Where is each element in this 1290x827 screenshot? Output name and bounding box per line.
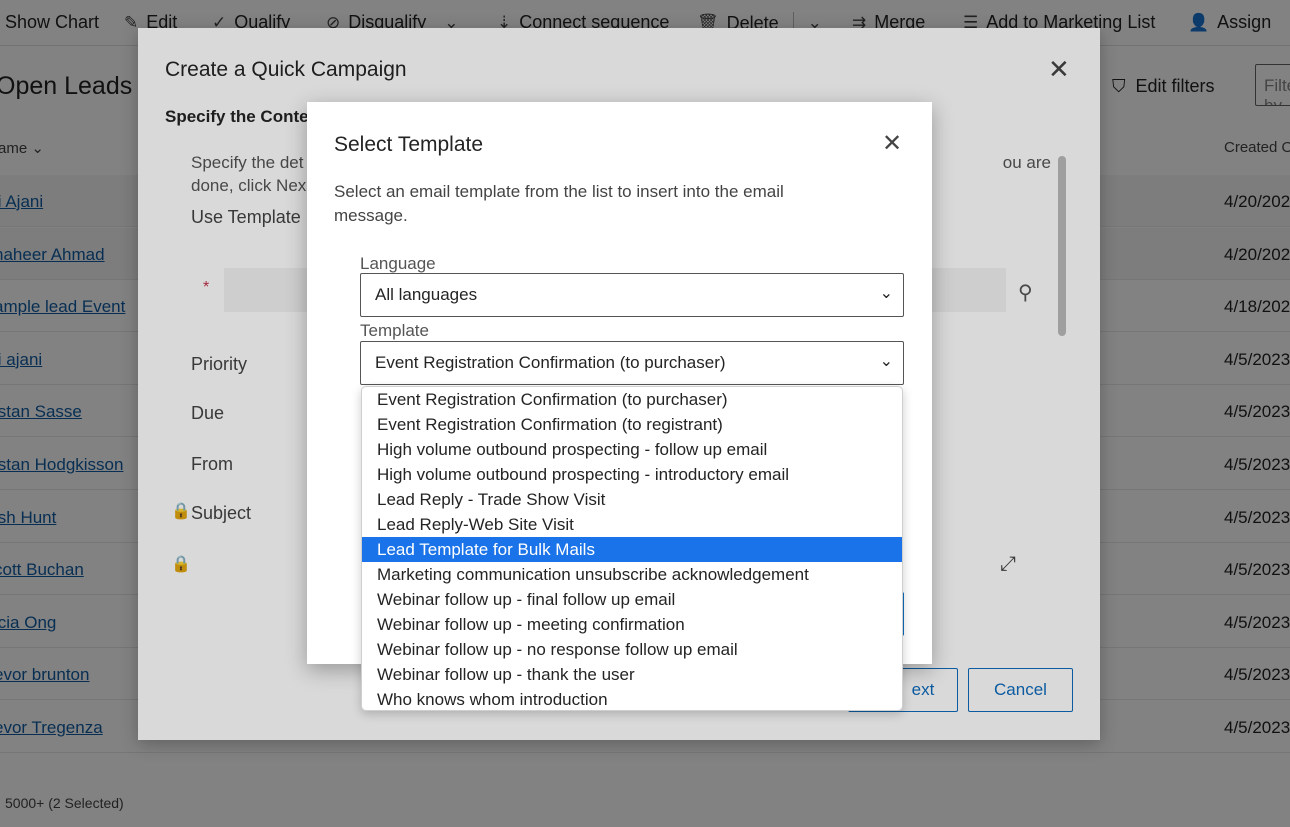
template-option[interactable]: High volume outbound prospecting - follo… <box>362 437 902 462</box>
chevron-down-icon: ⌄ <box>879 353 893 370</box>
language-select[interactable]: All languages ⌄ <box>360 273 904 317</box>
dialog-title: Select Template <box>334 133 484 156</box>
template-option[interactable]: Webinar follow up - final follow up emai… <box>362 587 902 612</box>
template-dropdown-list: Event Registration Confirmation (to purc… <box>361 386 903 711</box>
template-option[interactable]: Event Registration Confirmation (to regi… <box>362 412 902 437</box>
template-label: Template <box>360 321 429 340</box>
template-select[interactable]: Event Registration Confirmation (to purc… <box>360 341 904 385</box>
template-option[interactable]: Lead Reply - Trade Show Visit <box>362 487 902 512</box>
template-option[interactable]: Lead Template for Bulk Mails <box>362 537 902 562</box>
chevron-down-icon: ⌄ <box>879 285 893 302</box>
template-option[interactable]: Who knows whom introduction <box>362 687 902 710</box>
template-value: Event Registration Confirmation (to purc… <box>375 353 726 372</box>
template-option[interactable]: Webinar follow up - meeting confirmation <box>362 612 902 637</box>
dialog-description: Select an email template from the list t… <box>334 182 784 225</box>
language-value: All languages <box>375 285 478 304</box>
close-icon[interactable]: ✕ <box>882 129 902 158</box>
template-option[interactable]: Marketing communication unsubscribe ackn… <box>362 562 902 587</box>
template-option[interactable]: Event Registration Confirmation (to purc… <box>362 387 902 412</box>
language-label: Language <box>360 254 436 273</box>
template-option[interactable]: Lead Reply-Web Site Visit <box>362 512 902 537</box>
template-option[interactable]: Webinar follow up - thank the user <box>362 662 902 687</box>
template-option[interactable]: High volume outbound prospecting - intro… <box>362 462 902 487</box>
template-option[interactable]: Webinar follow up - no response follow u… <box>362 637 902 662</box>
